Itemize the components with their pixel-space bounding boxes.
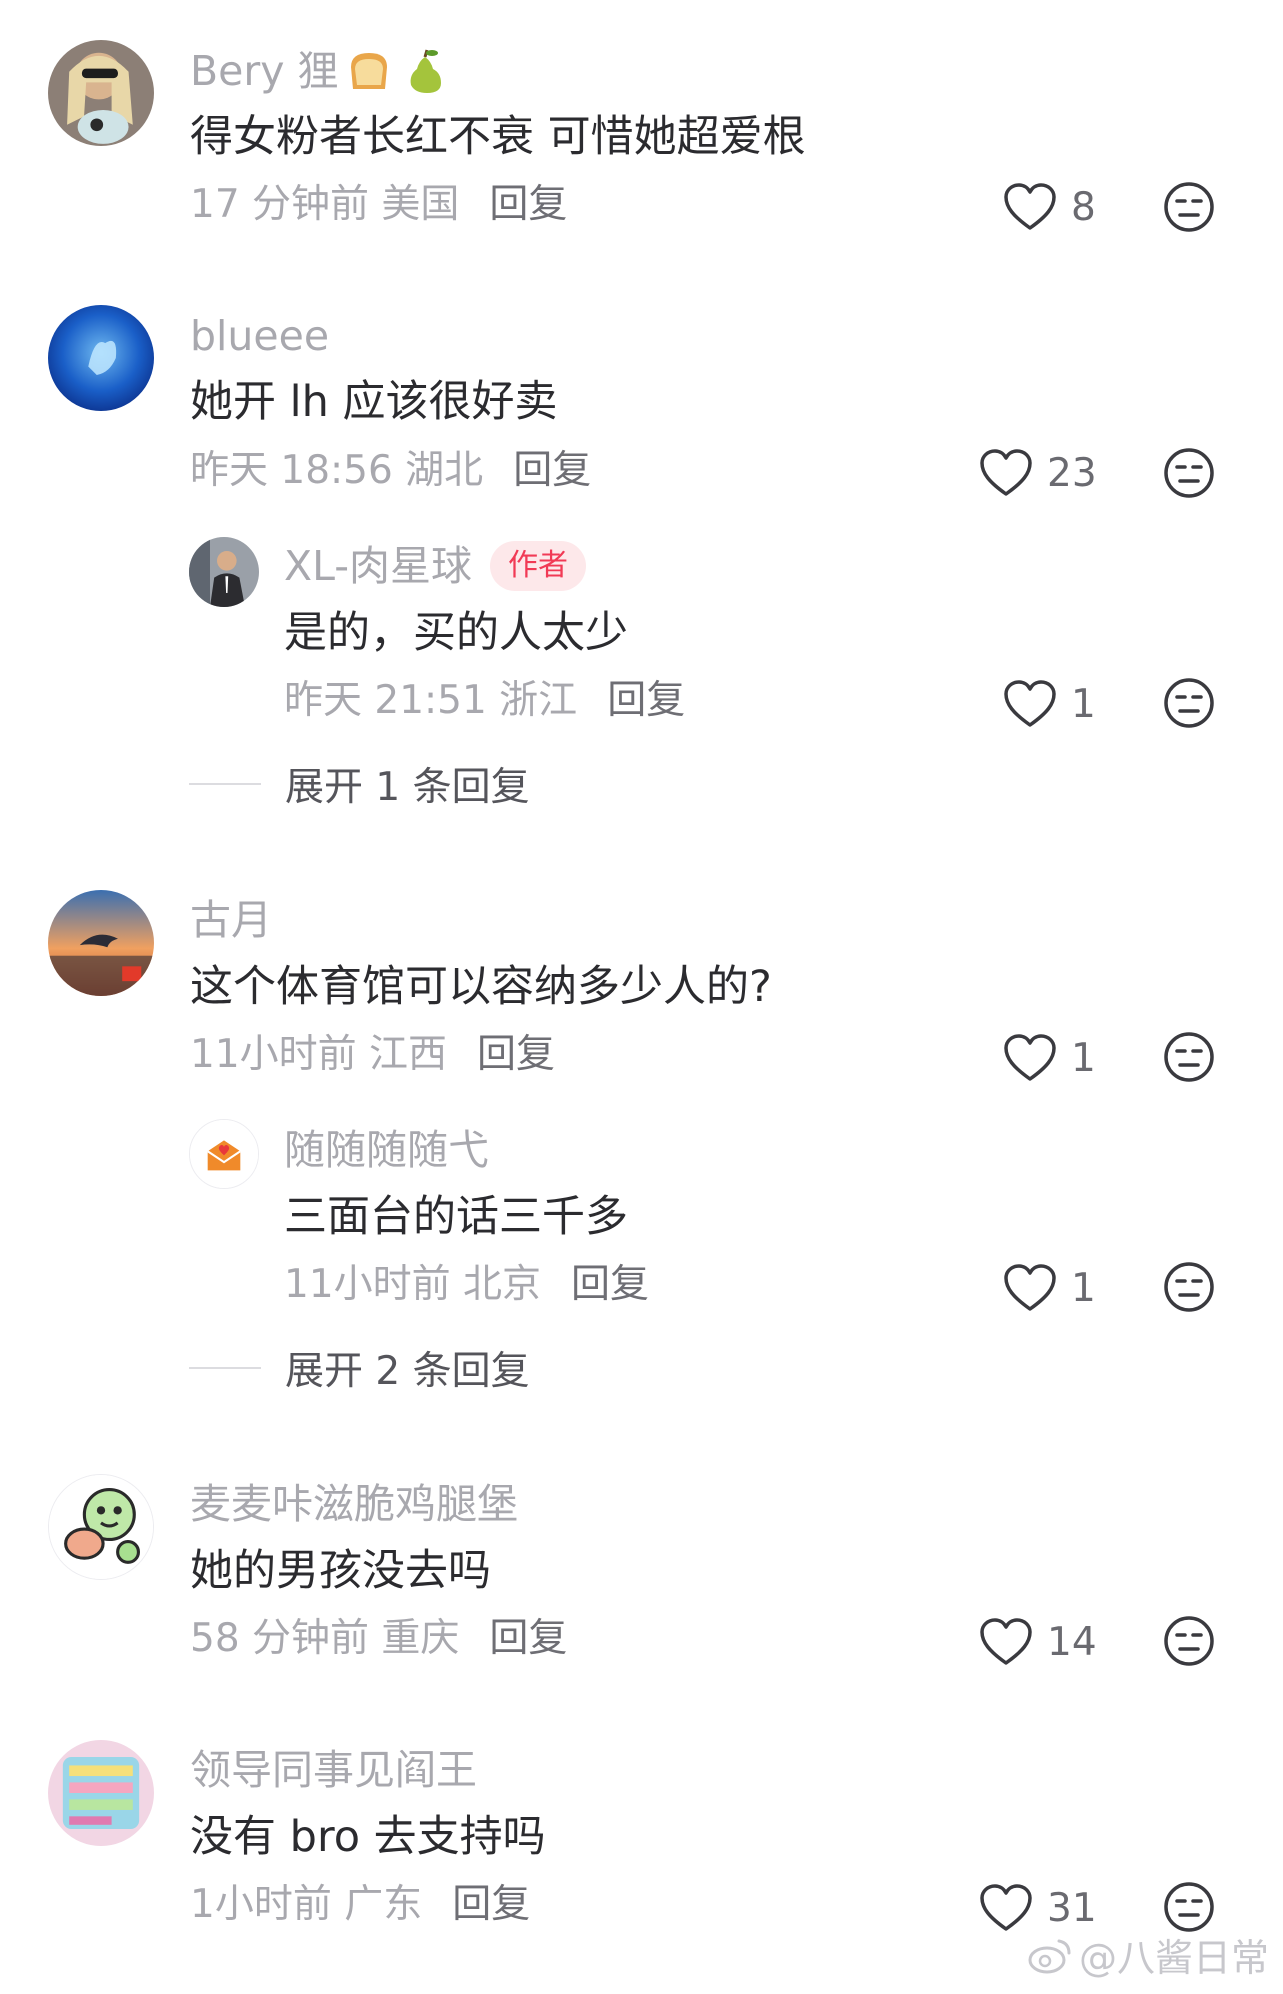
- reply-button[interactable]: 回复: [489, 1614, 567, 1664]
- heart-icon: [980, 449, 1032, 496]
- reply-button[interactable]: 回复: [607, 676, 685, 726]
- heart-icon: [1004, 1264, 1056, 1311]
- dislike-button[interactable]: [1162, 1030, 1216, 1084]
- like-count: 14: [1047, 1619, 1097, 1665]
- heart-icon: [980, 1618, 1032, 1665]
- username-text: 领导同事见阎王: [190, 1746, 477, 1794]
- like-count: 31: [1047, 1885, 1097, 1931]
- reply-text: 三面台的话三千多: [284, 1192, 628, 1242]
- like-count: 8: [1071, 184, 1096, 230]
- expand-replies-label: 展开 2 条回复: [285, 1349, 530, 1394]
- dislike-button[interactable]: [1162, 446, 1216, 500]
- comment-time-location: 昨天 18:56 湖北: [190, 448, 484, 493]
- username-text: Bery 狸: [190, 47, 339, 95]
- username[interactable]: 领导同事见阎王: [190, 1745, 477, 1795]
- avatar[interactable]: [48, 890, 154, 996]
- dislike-button[interactable]: [1162, 676, 1216, 730]
- comment-text: 这个体育馆可以容纳多少人的?: [190, 962, 772, 1012]
- expand-replies-button[interactable]: 展开 1 条回复: [189, 756, 530, 812]
- reply-time-location: 11小时前 北京: [284, 1262, 542, 1307]
- neutral-face-icon: [1164, 182, 1214, 232]
- like-button[interactable]: 1: [1003, 674, 1096, 734]
- bread-emoji-icon: [345, 47, 393, 95]
- watermark: @八酱日常: [1027, 1927, 1269, 1982]
- avatar[interactable]: [189, 537, 259, 607]
- dislike-button[interactable]: [1162, 1614, 1216, 1668]
- heart-icon: [1004, 183, 1056, 230]
- like-count: 23: [1047, 450, 1097, 496]
- username[interactable]: 麦麦咔滋脆鸡腿堡: [190, 1479, 518, 1529]
- like-button[interactable]: 8: [1003, 177, 1096, 237]
- avatar[interactable]: [48, 1474, 154, 1580]
- reply-meta: 昨天 21:51 浙江 回复: [284, 676, 685, 726]
- comment-meta: 昨天 18:56 湖北 回复: [190, 446, 591, 496]
- reply-meta: 11小时前 北京 回复: [284, 1260, 649, 1310]
- divider-line: [189, 783, 261, 785]
- avatar[interactable]: [48, 1740, 154, 1846]
- reply-button[interactable]: 回复: [513, 446, 591, 496]
- reply-button[interactable]: 回复: [452, 1880, 530, 1930]
- username[interactable]: 古月: [190, 895, 272, 945]
- comment-time-location: 58 分钟前 重庆: [190, 1616, 460, 1661]
- avatar[interactable]: [48, 305, 154, 411]
- like-count: 1: [1071, 1035, 1096, 1081]
- comment-list: Bery 狸 得女粉者长红不衰 可惜她超爱根 17 分钟前 美国 回复 8 bl…: [0, 0, 1283, 1994]
- expand-replies-label: 展开 1 条回复: [285, 765, 530, 810]
- username-text: 古月: [190, 896, 272, 944]
- reply-button[interactable]: 回复: [571, 1260, 649, 1310]
- reply-text: 是的，买的人太少: [284, 608, 628, 658]
- comment-text: 她开 lh 应该很好卖: [190, 377, 558, 427]
- username[interactable]: XL-肉星球 作者: [284, 541, 587, 591]
- neutral-face-icon: [1164, 448, 1214, 498]
- pear-emoji-icon: [401, 47, 449, 95]
- like-count: 1: [1071, 681, 1096, 727]
- heart-icon: [1004, 680, 1056, 727]
- heart-icon: [1004, 1034, 1056, 1081]
- username-text: XL-肉星球: [284, 542, 473, 590]
- weibo-logo-icon: [1028, 1939, 1071, 1973]
- reply-time-location: 昨天 21:51 浙江: [284, 678, 578, 723]
- username-text: 随随随随弋: [284, 1126, 489, 1174]
- comment-time-location: 11小时前 江西: [190, 1032, 448, 1077]
- neutral-face-icon: [1164, 1616, 1214, 1666]
- dislike-button[interactable]: [1162, 180, 1216, 234]
- like-button[interactable]: 14: [979, 1612, 1097, 1672]
- dislike-button[interactable]: [1162, 1880, 1216, 1934]
- comment-text: 她的男孩没去吗: [190, 1546, 491, 1596]
- author-badge: 作者: [490, 541, 587, 591]
- comment-text: 得女粉者长红不衰 可惜她超爱根: [190, 112, 806, 162]
- comment-meta: 11小时前 江西 回复: [190, 1030, 555, 1080]
- like-count: 1: [1071, 1265, 1096, 1311]
- like-button[interactable]: 1: [1003, 1258, 1096, 1318]
- username[interactable]: Bery 狸: [190, 46, 449, 96]
- like-button[interactable]: 1: [1003, 1028, 1096, 1088]
- heart-icon: [980, 1884, 1032, 1931]
- comment-time-location: 17 分钟前 美国: [190, 182, 460, 227]
- comment-time-location: 1小时前 广东: [190, 1882, 423, 1927]
- username-text: blueee: [190, 312, 330, 360]
- expand-replies-button[interactable]: 展开 2 条回复: [189, 1340, 530, 1396]
- avatar[interactable]: [189, 1119, 259, 1189]
- comment-meta: 17 分钟前 美国 回复: [190, 180, 567, 230]
- reply-button[interactable]: 回复: [489, 180, 567, 230]
- username-text: 麦麦咔滋脆鸡腿堡: [190, 1480, 518, 1528]
- neutral-face-icon: [1164, 678, 1214, 728]
- neutral-face-icon: [1164, 1262, 1214, 1312]
- username[interactable]: 随随随随弋: [284, 1125, 489, 1175]
- comment-meta: 1小时前 广东 回复: [190, 1880, 530, 1930]
- neutral-face-icon: [1164, 1032, 1214, 1082]
- watermark-text: @八酱日常: [1078, 1936, 1269, 1980]
- avatar[interactable]: [48, 40, 154, 146]
- divider-line: [189, 1367, 261, 1369]
- comment-meta: 58 分钟前 重庆 回复: [190, 1614, 567, 1664]
- username[interactable]: blueee: [190, 311, 329, 361]
- comment-text: 没有 bro 去支持吗: [190, 1812, 546, 1862]
- like-button[interactable]: 23: [979, 443, 1097, 503]
- reply-button[interactable]: 回复: [477, 1030, 555, 1080]
- dislike-button[interactable]: [1162, 1260, 1216, 1314]
- neutral-face-icon: [1164, 1882, 1214, 1932]
